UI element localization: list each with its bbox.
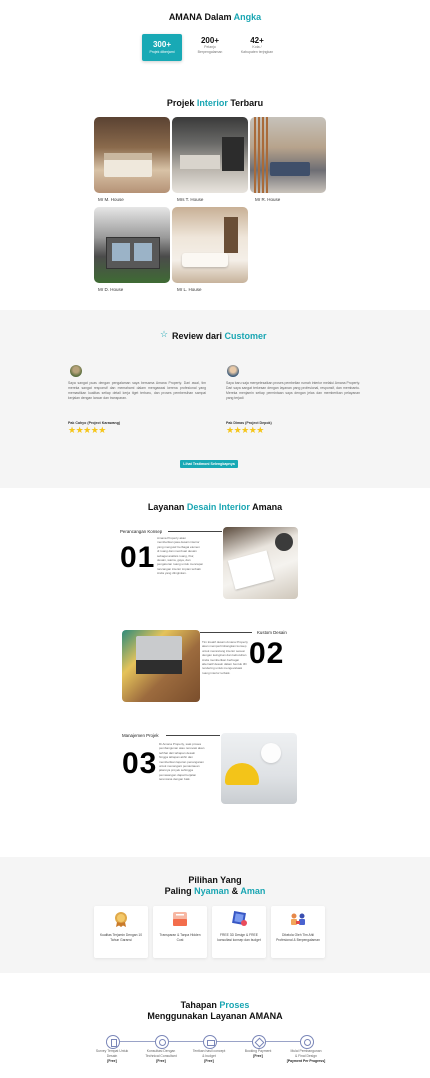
build-icon xyxy=(300,1035,314,1049)
project-caption: Mrs T. House xyxy=(177,197,204,202)
project-image-mr-m-house[interactable] xyxy=(94,117,170,193)
process-step: Mulai Pembangunan & Final Design [Payment … xyxy=(286,1049,326,1063)
process-step: Survey Tempat Untuk Desain [Free] xyxy=(95,1049,129,1063)
project-image-mrs-t-house[interactable] xyxy=(172,117,248,193)
rating-stars: ★★★★★ xyxy=(226,425,264,435)
consult-icon xyxy=(155,1035,169,1049)
view-testimonials-button[interactable]: Lihat Testimoni Selengkapnya xyxy=(180,460,238,468)
why-card: Kualitas Terjamin Dengan 10 Tahun Garans… xyxy=(94,906,148,958)
service-title: Kustom Desain xyxy=(257,630,287,635)
process-step: Tentkan hasil concept & budget [Free] xyxy=(192,1049,226,1063)
why-card: Dikelola Oleh Tim Ahli Profesional & Ber… xyxy=(271,906,325,958)
service-description: Amana Property akan memberikan jasa desa… xyxy=(157,536,203,576)
reviews-title: Review dari Customer xyxy=(172,331,267,341)
service-image-concept xyxy=(223,527,298,599)
stat-projects: 300+ Projek diberjami xyxy=(142,34,182,61)
avatar xyxy=(70,365,82,377)
service-image-design xyxy=(122,630,200,702)
wallet-icon xyxy=(203,1035,217,1049)
step-number: 03 xyxy=(122,747,158,780)
process-step: Booking Payment [Free] xyxy=(244,1049,272,1058)
team-icon xyxy=(289,910,307,928)
project-image-mr-r-house[interactable] xyxy=(250,117,326,193)
projects-title: Projek Interior Terbaru xyxy=(166,98,264,108)
stat-cities: 42+ Kota / Kabupaten terjngkan xyxy=(240,36,274,54)
payment-icon xyxy=(252,1035,266,1049)
why-title: Pilihan Yang Paling Nyaman & Aman xyxy=(164,875,266,896)
divider xyxy=(166,735,220,736)
divider xyxy=(168,531,222,532)
project-caption: Mr L. House xyxy=(177,287,202,292)
why-card: FREE 3D Design & FREE konsultasi konsep … xyxy=(212,906,266,958)
services-title: Layanan Desain Interior Amana xyxy=(147,502,283,512)
divider xyxy=(200,632,252,633)
service-title: Manajemen Projek xyxy=(122,733,159,738)
stat-staff: 200+ Pelanjo Berpengalaman xyxy=(197,36,223,54)
step-number: 02 xyxy=(249,637,285,670)
design-3d-icon xyxy=(230,910,248,928)
award-medal-icon xyxy=(112,910,130,928)
service-description: Tim kreatif desain Amana Property akan m… xyxy=(202,640,248,675)
avatar xyxy=(227,365,239,377)
review-text: Saya baru saja menyelesaikan proses pemb… xyxy=(226,381,360,400)
process-step: Konsultasi Dengan Technical Consultant [Fr… xyxy=(145,1049,177,1063)
step-number: 01 xyxy=(120,541,156,574)
service-description: Di Amana Property, saat proses pembangun… xyxy=(159,742,205,782)
review-text: Saya sangat puas dengan pengalaman saya … xyxy=(68,381,206,400)
document-icon xyxy=(106,1035,120,1049)
stats-title: AMANA Dalam Angka xyxy=(168,12,262,22)
star-outline-icon: ☆ xyxy=(160,329,169,339)
rating-stars: ★★★★★ xyxy=(68,425,106,435)
document-price-icon xyxy=(171,910,189,928)
service-title: Perancangan Konsep xyxy=(120,529,163,534)
service-image-management xyxy=(221,733,297,804)
process-title: Tahapan Proses Menggunakan Layanan AMANA xyxy=(147,1000,283,1021)
project-image-mr-l-house[interactable] xyxy=(172,207,248,283)
project-caption: Mr M. House xyxy=(98,197,124,202)
project-caption: Mr R. House xyxy=(255,197,281,202)
project-caption: Mr D. House xyxy=(98,287,124,292)
project-image-mr-d-house[interactable] xyxy=(94,207,170,283)
why-card: Transparan & Tanpa Hidden Cost xyxy=(153,906,207,958)
